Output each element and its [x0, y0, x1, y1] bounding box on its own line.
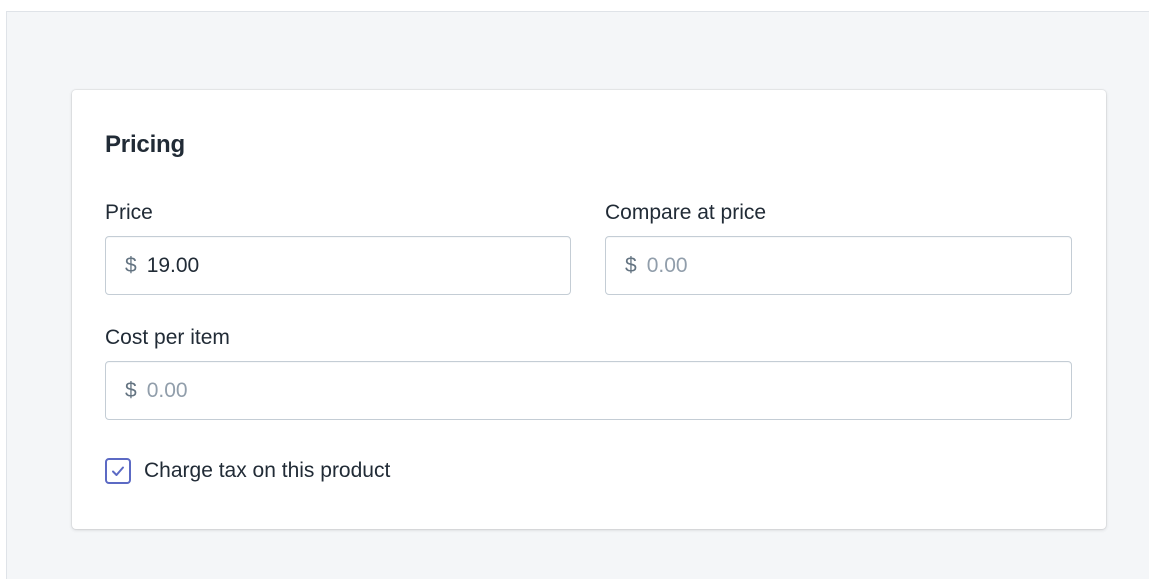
- compare-at-price-input[interactable]: [646, 237, 1071, 294]
- cost-per-item-input[interactable]: [146, 362, 1071, 419]
- price-input-wrapper[interactable]: $: [105, 236, 571, 295]
- checkmark-icon: [112, 466, 124, 476]
- card-title: Pricing: [105, 131, 185, 158]
- currency-prefix: $: [125, 378, 137, 402]
- charge-tax-checkbox[interactable]: [105, 458, 131, 484]
- currency-prefix: $: [125, 253, 137, 277]
- charge-tax-row[interactable]: Charge tax on this product: [105, 458, 390, 484]
- price-label: Price: [105, 201, 153, 224]
- currency-prefix: $: [625, 253, 637, 277]
- cost-per-item-label: Cost per item: [105, 326, 230, 349]
- charge-tax-label: Charge tax on this product: [144, 459, 391, 482]
- pricing-card: Pricing Price $ Compare at price $ Cost …: [72, 90, 1106, 529]
- compare-at-price-label: Compare at price: [605, 201, 767, 224]
- price-input[interactable]: [146, 237, 570, 294]
- page-background: Pricing Price $ Compare at price $ Cost …: [6, 11, 1149, 579]
- compare-at-price-input-wrapper[interactable]: $: [605, 236, 1072, 295]
- cost-per-item-input-wrapper[interactable]: $: [105, 361, 1072, 420]
